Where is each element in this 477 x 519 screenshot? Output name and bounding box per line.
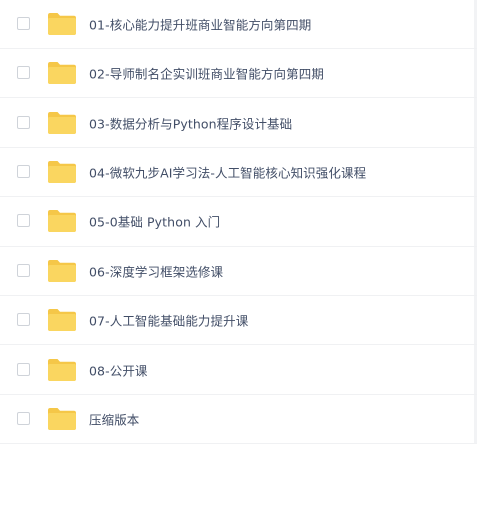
folder-icon[interactable] — [47, 160, 77, 184]
file-name[interactable]: 02-导师制名企实训班商业智能方向第四期 — [89, 64, 324, 83]
file-row[interactable]: 压缩版本 — [0, 395, 477, 445]
file-name[interactable]: 06-深度学习框架选修课 — [89, 261, 223, 280]
row-checkbox[interactable] — [17, 362, 30, 376]
row-checkbox[interactable] — [17, 263, 30, 277]
row-checkbox[interactable] — [17, 411, 30, 425]
row-checkbox[interactable] — [17, 164, 30, 178]
file-row[interactable]: 04-微软九步AI学习法-人工智能核心知识强化课程 — [0, 148, 477, 198]
file-name[interactable]: 07-人工智能基础能力提升课 — [89, 311, 248, 330]
file-row[interactable]: 02-导师制名企实训班商业智能方向第四期 — [0, 49, 477, 99]
row-checkbox[interactable] — [17, 115, 30, 129]
row-checkbox[interactable] — [17, 313, 30, 327]
file-name[interactable]: 01-核心能力提升班商业智能方向第四期 — [89, 15, 311, 34]
folder-icon[interactable] — [47, 308, 77, 332]
folder-icon[interactable] — [47, 61, 77, 85]
folder-icon[interactable] — [47, 111, 77, 135]
folder-icon[interactable] — [47, 12, 77, 36]
file-row[interactable]: 06-深度学习框架选修课 — [0, 247, 477, 296]
file-name[interactable]: 04-微软九步AI学习法-人工智能核心知识强化课程 — [89, 162, 366, 181]
row-checkbox[interactable] — [17, 66, 30, 80]
file-row[interactable]: 07-人工智能基础能力提升课 — [0, 296, 477, 346]
file-row[interactable]: 03-数据分析与Python程序设计基础 — [0, 98, 477, 148]
folder-icon[interactable] — [47, 259, 77, 283]
file-name[interactable]: 08-公开课 — [89, 360, 148, 379]
row-checkbox[interactable] — [17, 214, 30, 228]
file-row[interactable]: 08-公开课 — [0, 345, 477, 395]
folder-icon[interactable] — [47, 407, 77, 431]
file-list: 01-核心能力提升班商业智能方向第四期 02-导师制名企实训班商业智能方向第四期 0… — [0, 0, 477, 445]
file-row[interactable]: 05-0基础 Python 入门 — [0, 197, 477, 247]
row-checkbox[interactable] — [17, 17, 30, 30]
file-name[interactable]: 压缩版本 — [89, 409, 139, 428]
file-name[interactable]: 05-0基础 Python 入门 — [89, 212, 220, 231]
file-name[interactable]: 03-数据分析与Python程序设计基础 — [89, 113, 292, 132]
folder-icon[interactable] — [47, 209, 77, 233]
folder-icon[interactable] — [47, 358, 77, 382]
file-row[interactable]: 01-核心能力提升班商业智能方向第四期 — [0, 0, 477, 49]
